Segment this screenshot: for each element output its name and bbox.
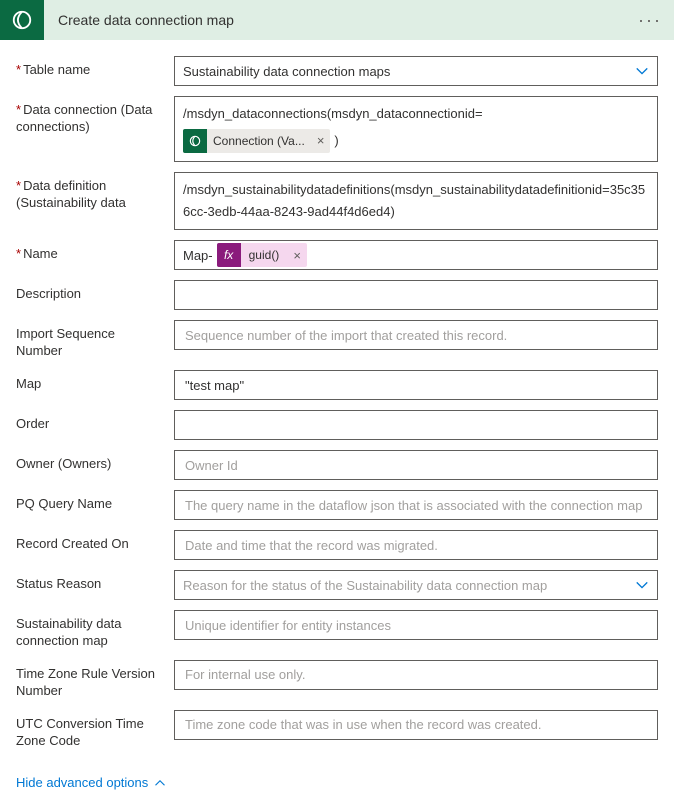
form-footer: Hide advanced options — [0, 767, 674, 806]
order-input[interactable] — [174, 410, 658, 440]
dialog-title: Create data connection map — [44, 12, 638, 28]
name-prefix: Map- — [183, 248, 213, 263]
row-owner: Owner (Owners) — [16, 450, 658, 480]
token-label: Connection (Va... — [207, 131, 311, 151]
label-table-name: *Table name — [16, 56, 174, 79]
label-status-reason: Status Reason — [16, 570, 174, 593]
label-owner: Owner (Owners) — [16, 450, 174, 473]
description-field[interactable] — [183, 287, 649, 304]
fx-icon: fx — [217, 243, 241, 267]
chevron-down-icon — [635, 578, 649, 592]
dialog-header: Create data connection map ··· — [0, 0, 674, 40]
data-connection-prefix: /msdyn_dataconnections(msdyn_dataconnect… — [183, 103, 483, 125]
description-input[interactable] — [174, 280, 658, 310]
fx-token[interactable]: fx guid() × — [217, 243, 307, 267]
utc-conv-input[interactable] — [174, 710, 658, 740]
status-reason-select[interactable]: Reason for the status of the Sustainabil… — [174, 570, 658, 600]
label-pq-query: PQ Query Name — [16, 490, 174, 513]
row-utc-conv: UTC Conversion Time Zone Code — [16, 710, 658, 750]
row-pq-query: PQ Query Name — [16, 490, 658, 520]
label-name: *Name — [16, 240, 174, 263]
table-name-select[interactable]: Sustainability data connection maps — [174, 56, 658, 86]
record-created-input[interactable] — [174, 530, 658, 560]
data-connection-input[interactable]: /msdyn_dataconnections(msdyn_dataconnect… — [174, 96, 658, 162]
import-seq-input[interactable] — [174, 320, 658, 350]
fx-remove-button[interactable]: × — [287, 248, 307, 263]
label-description: Description — [16, 280, 174, 303]
tz-rule-input[interactable] — [174, 660, 658, 690]
data-connection-suffix: ) — [334, 130, 338, 152]
pq-query-input[interactable] — [174, 490, 658, 520]
row-map: Map — [16, 370, 658, 400]
label-order: Order — [16, 410, 174, 433]
hide-advanced-label: Hide advanced options — [16, 775, 148, 790]
connector-icon — [0, 0, 44, 40]
label-utc-conv: UTC Conversion Time Zone Code — [16, 710, 174, 750]
data-definition-input[interactable]: /msdyn_sustainabilitydatadefinitions(msd… — [174, 172, 658, 230]
row-data-definition: *Data definition (Sustainability data /m… — [16, 172, 658, 230]
label-data-definition: *Data definition (Sustainability data — [16, 172, 174, 212]
form-body: *Table name Sustainability data connecti… — [0, 40, 674, 767]
row-data-connection: *Data connection (Data connections) /msd… — [16, 96, 658, 162]
pq-query-field[interactable] — [183, 497, 649, 514]
label-import-seq: Import Sequence Number — [16, 320, 174, 360]
tz-rule-field[interactable] — [183, 666, 649, 683]
data-definition-value: /msdyn_sustainabilitydatadefinitions(msd… — [183, 182, 645, 219]
sdc-map-field[interactable] — [183, 617, 649, 634]
label-record-created: Record Created On — [16, 530, 174, 553]
utc-conv-field[interactable] — [183, 716, 649, 733]
row-table-name: *Table name Sustainability data connecti… — [16, 56, 658, 86]
fx-label: guid() — [241, 248, 288, 262]
owner-field[interactable] — [183, 457, 649, 474]
token-remove-button[interactable]: × — [311, 130, 331, 152]
table-name-value: Sustainability data connection maps — [183, 64, 390, 79]
data-connection-token[interactable]: Connection (Va... × — [183, 129, 330, 153]
order-field[interactable] — [183, 417, 649, 434]
connector-icon — [183, 129, 207, 153]
label-tz-rule: Time Zone Rule Version Number — [16, 660, 174, 700]
row-order: Order — [16, 410, 658, 440]
status-reason-placeholder: Reason for the status of the Sustainabil… — [183, 578, 547, 593]
row-name: *Name Map- fx guid() × — [16, 240, 658, 270]
more-options-button[interactable]: ··· — [638, 10, 662, 31]
chevron-up-icon — [154, 777, 166, 789]
label-sdc-map: Sustainability data connection map — [16, 610, 174, 650]
row-sdc-map: Sustainability data connection map — [16, 610, 658, 650]
owner-input[interactable] — [174, 450, 658, 480]
hide-advanced-toggle[interactable]: Hide advanced options — [16, 775, 166, 790]
row-import-seq: Import Sequence Number — [16, 320, 658, 360]
label-data-connection: *Data connection (Data connections) — [16, 96, 174, 136]
row-record-created: Record Created On — [16, 530, 658, 560]
map-input[interactable] — [174, 370, 658, 400]
chevron-down-icon — [635, 64, 649, 78]
label-map: Map — [16, 370, 174, 393]
row-status-reason: Status Reason Reason for the status of t… — [16, 570, 658, 600]
row-description: Description — [16, 280, 658, 310]
record-created-field[interactable] — [183, 537, 649, 554]
map-field[interactable] — [183, 377, 649, 394]
name-input[interactable]: Map- fx guid() × — [174, 240, 658, 270]
import-seq-field[interactable] — [183, 327, 649, 344]
sdc-map-input[interactable] — [174, 610, 658, 640]
row-tz-rule: Time Zone Rule Version Number — [16, 660, 658, 700]
